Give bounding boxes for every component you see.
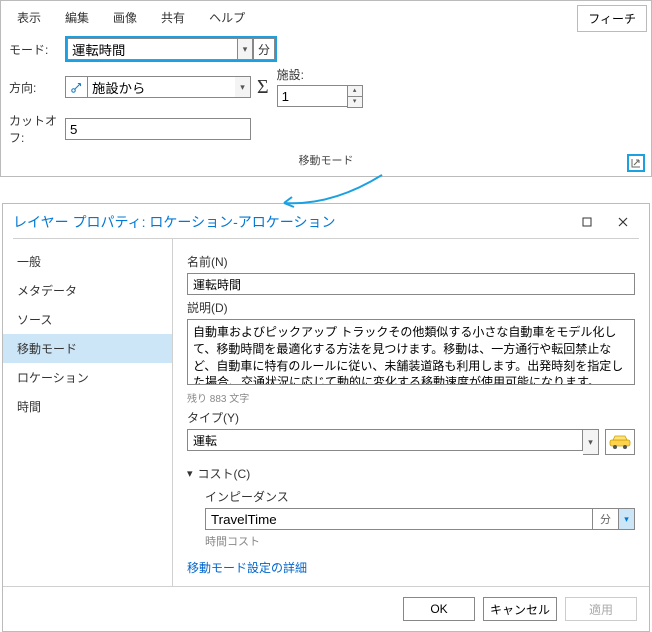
mode-label: モード: bbox=[7, 41, 65, 58]
direction-input[interactable] bbox=[87, 76, 235, 98]
properties-content: 名前(N) 説明(D) 残り 883 文字 タイプ(Y) ▾ bbox=[173, 239, 649, 586]
direction-label: 方向: bbox=[7, 79, 65, 96]
cutoff-input[interactable] bbox=[65, 118, 251, 140]
facility-input[interactable] bbox=[277, 85, 347, 107]
direction-dropdown-button[interactable]: ▾ bbox=[235, 76, 251, 98]
sidebar-item-travel-mode[interactable]: 移動モード bbox=[3, 334, 172, 363]
description-label: 説明(D) bbox=[187, 299, 635, 316]
impedance-label: インピーダンス bbox=[205, 488, 635, 505]
spinner-up-icon[interactable]: ▴ bbox=[348, 86, 362, 97]
type-label: タイプ(Y) bbox=[187, 409, 635, 426]
impedance-dropdown-button[interactable]: ▾ bbox=[619, 508, 635, 530]
sidebar-item-general[interactable]: 一般 bbox=[3, 247, 172, 276]
sigma-icon: Σ bbox=[257, 76, 269, 99]
type-input[interactable] bbox=[187, 429, 583, 451]
menu-edit[interactable]: 編集 bbox=[65, 9, 89, 26]
mode-input[interactable] bbox=[67, 38, 237, 60]
travel-mode-details-link[interactable]: 移動モード設定の詳細 bbox=[187, 559, 307, 576]
car-icon[interactable] bbox=[605, 429, 635, 455]
direction-from-facility-icon bbox=[65, 76, 87, 98]
facility-label: 施設: bbox=[277, 66, 363, 83]
mode-dropdown-button[interactable]: ▾ bbox=[237, 38, 253, 60]
type-dropdown-button[interactable]: ▾ bbox=[583, 429, 599, 455]
layer-properties-dialog: レイヤー プロパティ: ロケーション-アロケーション 一般 メタデータ ソース … bbox=[2, 203, 650, 632]
facility-spinner[interactable]: ▴ ▾ bbox=[347, 85, 363, 108]
menu-bar: 表示 編集 画像 共有 ヘルプ bbox=[7, 5, 645, 32]
name-label: 名前(N) bbox=[187, 253, 635, 270]
network-analyst-toolbar: 表示 編集 画像 共有 ヘルプ フィーチ モード: ▾ 分 方向: ▾ Σ bbox=[0, 0, 652, 177]
mode-unit: 分 bbox=[253, 38, 275, 60]
menu-view[interactable]: 表示 bbox=[17, 9, 41, 26]
dialog-title: レイヤー プロパティ: ロケーション-アロケーション bbox=[13, 212, 569, 232]
sidebar-item-time[interactable]: 時間 bbox=[3, 392, 172, 421]
travel-mode-caption: 移動モード bbox=[7, 152, 645, 168]
sidebar-item-metadata[interactable]: メタデータ bbox=[3, 276, 172, 305]
properties-sidebar: 一般 メタデータ ソース 移動モード ロケーション 時間 bbox=[3, 239, 173, 586]
feature-button[interactable]: フィーチ bbox=[577, 5, 647, 32]
impedance-unit: 分 bbox=[593, 508, 619, 530]
menu-image[interactable]: 画像 bbox=[113, 9, 137, 26]
spinner-down-icon[interactable]: ▾ bbox=[348, 97, 362, 107]
cutoff-label: カットオフ: bbox=[7, 112, 65, 146]
close-button[interactable] bbox=[605, 210, 641, 234]
maximize-button[interactable] bbox=[569, 210, 605, 234]
apply-button: 適用 bbox=[565, 597, 637, 621]
sidebar-item-location[interactable]: ロケーション bbox=[3, 363, 172, 392]
dialog-launcher-button[interactable] bbox=[627, 154, 645, 172]
ok-button[interactable]: OK bbox=[403, 597, 475, 621]
cancel-button[interactable]: キャンセル bbox=[483, 597, 557, 621]
dialog-footer: OK キャンセル 適用 bbox=[3, 586, 649, 631]
impedance-input[interactable] bbox=[205, 508, 593, 530]
callout-arrow bbox=[0, 177, 652, 203]
description-textarea[interactable] bbox=[187, 319, 635, 385]
menu-help[interactable]: ヘルプ bbox=[209, 9, 245, 26]
mode-field-highlight: ▾ 分 bbox=[65, 36, 277, 62]
name-input[interactable] bbox=[187, 273, 635, 295]
cost-section-header[interactable]: ▾ コスト(C) bbox=[187, 465, 635, 482]
cost-label: コスト(C) bbox=[198, 465, 251, 482]
sidebar-item-source[interactable]: ソース bbox=[3, 305, 172, 334]
menu-share[interactable]: 共有 bbox=[161, 9, 185, 26]
chevron-down-icon: ▾ bbox=[187, 467, 193, 480]
chars-remaining: 残り 883 文字 bbox=[187, 390, 635, 405]
time-cost-label: 時間コスト bbox=[205, 533, 635, 549]
